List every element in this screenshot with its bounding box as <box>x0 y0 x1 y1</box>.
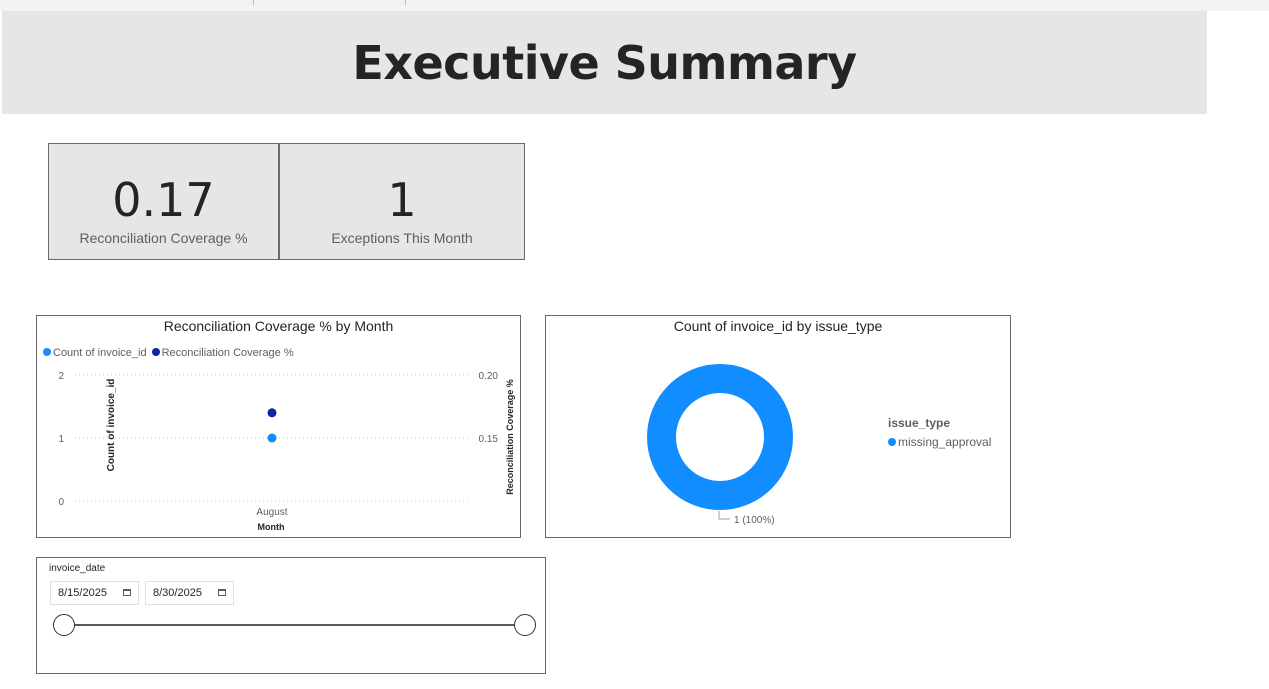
data-point-coverage <box>267 408 277 418</box>
calendar-icon[interactable] <box>218 589 226 596</box>
slider-track[interactable] <box>63 624 525 626</box>
end-date-value: 8/30/2025 <box>153 587 202 599</box>
kpi-card-exceptions[interactable]: 1 Exceptions This Month <box>279 143 525 260</box>
title-banner: Executive Summary <box>2 11 1207 114</box>
y-right-tick-label: 0.15 <box>479 434 499 445</box>
issue-type-donut-chart[interactable]: Count of invoice_id by issue_type 1 (100… <box>545 315 1011 538</box>
legend-label: missing_approval <box>898 435 992 449</box>
donut-legend: issue_type missing_approval <box>888 416 991 449</box>
end-date-input[interactable]: 8/30/2025 <box>145 581 234 605</box>
y-right-tick-label: 0.20 <box>479 371 499 382</box>
start-date-input[interactable]: 8/15/2025 <box>50 581 139 605</box>
slider-end-handle[interactable] <box>514 614 536 636</box>
kpi-label: Exceptions This Month <box>331 230 473 246</box>
x-axis-label: Month <box>258 522 285 532</box>
donut-data-label: 1 (100%) <box>734 515 775 526</box>
legend-title: issue_type <box>888 416 951 430</box>
y-left-tick-label: 1 <box>58 434 64 445</box>
tab-divider <box>253 0 254 5</box>
legend-dot-icon <box>888 438 896 446</box>
leader-line <box>718 511 730 520</box>
y-left-tick-label: 2 <box>58 371 64 382</box>
data-point-count <box>267 433 277 443</box>
start-date-value: 8/15/2025 <box>58 587 107 599</box>
kpi-card-coverage[interactable]: 0.17 Reconciliation Coverage % <box>48 143 279 260</box>
calendar-icon[interactable] <box>123 589 131 596</box>
chart-plot: 2 1 0 0.20 0.15 August Count of invoice_id Re… <box>58 371 515 532</box>
slicer-title: invoice_date <box>49 563 106 574</box>
tab-divider <box>405 0 406 5</box>
kpi-value: 0.17 <box>112 173 215 227</box>
y-left-axis-label: Count of invoice_id <box>106 379 117 472</box>
invoice-date-slicer[interactable]: invoice_date 8/15/2025 8/30/2025 <box>36 557 546 674</box>
kpi-label: Reconciliation Coverage % <box>79 230 248 246</box>
y-left-tick-label: 0 <box>58 497 64 508</box>
legend-item[interactable]: missing_approval <box>888 435 991 449</box>
top-strip <box>0 0 1269 11</box>
donut-slice[interactable] <box>647 364 793 510</box>
kpi-value: 1 <box>387 173 417 227</box>
slider-start-handle[interactable] <box>53 614 75 636</box>
page-title: Executive Summary <box>352 35 857 90</box>
y-right-axis-label: Reconciliation Coverage % <box>505 379 515 495</box>
coverage-by-month-chart[interactable]: Reconciliation Coverage % by Month Count… <box>36 315 521 538</box>
x-tick-label: August <box>256 507 287 518</box>
